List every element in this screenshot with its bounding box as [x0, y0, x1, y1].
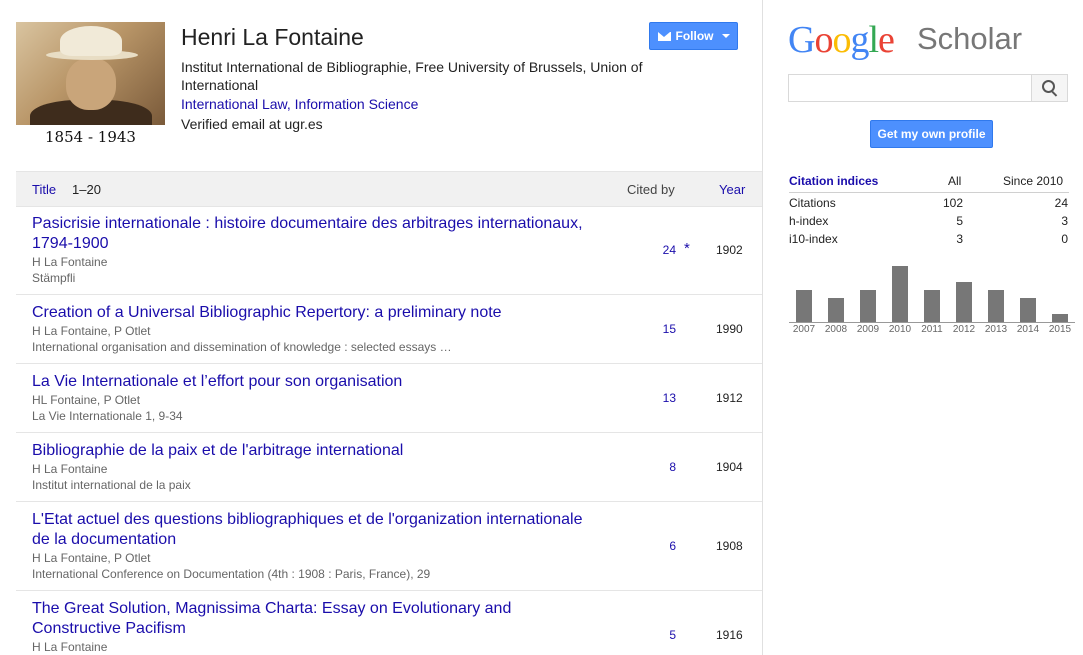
table-row: La Vie Internationale et l’effort pour s…	[16, 364, 762, 433]
life-years: 1854 - 1943	[45, 128, 136, 146]
article-authors: H La Fontaine, P Otlet	[32, 324, 151, 338]
article-venue: International Conference on Documentatio…	[32, 567, 431, 581]
col-all: All	[948, 174, 962, 188]
sort-by-year[interactable]: Year	[719, 182, 745, 197]
citation-bar[interactable]	[796, 290, 812, 322]
search-input[interactable]	[788, 74, 1032, 102]
cited-by-count[interactable]: 15	[626, 322, 676, 336]
metric-all: 3	[956, 232, 963, 246]
mail-icon	[657, 31, 671, 41]
table-row: Pasicrisie internationale : histoire doc…	[16, 206, 762, 295]
verified-email: Verified email at ugr.es	[181, 116, 323, 132]
article-authors: H La Fontaine	[32, 255, 108, 269]
chevron-down-icon	[721, 34, 730, 38]
article-year: 1908	[716, 539, 743, 553]
year-tick-label: 2013	[984, 324, 1008, 335]
merged-citations-star[interactable]: *	[684, 240, 690, 257]
table-row: Bibliographie de la paix et de l'arbitra…	[16, 433, 762, 502]
citation-bar[interactable]	[924, 290, 940, 322]
col-since: Since 2010	[1003, 174, 1064, 188]
article-title[interactable]: La Vie Internationale et l’effort pour s…	[32, 372, 602, 392]
year-tick-label: 2015	[1048, 324, 1072, 335]
citation-bar[interactable]	[1020, 298, 1036, 322]
scholar-wordmark[interactable]: Scholar	[917, 21, 1022, 57]
table-row: L'Etat actuel des questions bibliographi…	[16, 502, 762, 591]
article-venue: La Vie Internationale 1, 9-34	[32, 409, 183, 423]
year-tick-label: 2012	[952, 324, 976, 335]
search-button[interactable]	[1031, 74, 1068, 102]
year-tick-label: 2014	[1016, 324, 1040, 335]
article-year: 1990	[716, 322, 743, 336]
metric-label: h-index	[789, 214, 829, 228]
year-tick-label: 2011	[921, 324, 943, 335]
citation-bar[interactable]	[892, 266, 908, 322]
table-row: Creation of a Universal Bibliographic Re…	[16, 295, 762, 364]
table-row: The Great Solution, Magnissima Charta: E…	[16, 591, 762, 655]
cited-by-count[interactable]: 6	[626, 539, 676, 553]
article-venue: International organisation and dissemina…	[32, 340, 452, 354]
citation-bar[interactable]	[956, 282, 972, 322]
metric-since: 24	[1054, 196, 1068, 210]
interest-separator: ,	[286, 96, 295, 112]
citation-row: Citations 102 24	[789, 194, 1069, 212]
article-title[interactable]: The Great Solution, Magnissima Charta: E…	[32, 599, 602, 639]
year-tick-label: 2009	[856, 324, 880, 335]
citation-row: i10-index 3 0	[789, 230, 1069, 248]
article-authors: HL Fontaine, P Otlet	[32, 393, 141, 407]
article-venue: Institut international de la paix	[32, 478, 191, 492]
google-logo[interactable]: Google	[788, 18, 895, 62]
cited-by-count[interactable]: 8	[626, 460, 676, 474]
interest-link[interactable]: Information Science	[295, 96, 419, 112]
article-authors: H La Fontaine	[32, 462, 108, 476]
follow-label: Follow	[675, 29, 714, 43]
metric-since: 3	[1061, 214, 1068, 228]
article-title[interactable]: Bibliographie de la paix et de l'arbitra…	[32, 441, 602, 461]
profile-affiliation: Institut International de Bibliographie,…	[181, 59, 643, 93]
citation-bar[interactable]	[988, 290, 1004, 322]
profile-photo: 1854 - 1943	[16, 22, 165, 150]
results-range: 1–20	[72, 182, 101, 197]
article-year: 1916	[716, 628, 743, 642]
metric-label: i10-index	[789, 232, 838, 246]
citation-bar[interactable]	[828, 298, 844, 322]
article-authors: H La Fontaine, P Otlet	[32, 551, 151, 565]
metric-label: Citations	[789, 196, 836, 210]
year-tick-label: 2007	[792, 324, 816, 335]
article-year: 1904	[716, 460, 743, 474]
profile-panel: 1854 - 1943 Henri La Fontaine Institut I…	[0, 0, 763, 655]
year-tick-label: 2010	[888, 324, 912, 335]
interest-link[interactable]: International Law	[181, 96, 287, 112]
citation-indices-heading: Citation indices	[789, 174, 879, 188]
sort-by-cited[interactable]: Cited by	[627, 182, 675, 197]
article-title[interactable]: Pasicrisie internationale : histoire doc…	[32, 214, 602, 254]
year-tick-label: 2008	[824, 324, 848, 335]
sort-by-title[interactable]: Title	[32, 182, 56, 197]
articles-table-header: Title 1–20 Cited by Year	[16, 171, 762, 207]
profile-interests: International Law, Information Science	[181, 96, 418, 112]
citation-bar[interactable]	[1052, 314, 1068, 322]
article-title[interactable]: L'Etat actuel des questions bibliographi…	[32, 510, 602, 550]
citations-per-year-chart: 2007 2008 2009 2010 2011 2012 2013 2014 2015	[789, 258, 1075, 338]
citation-indices-header: Citation indices All Since 2010	[789, 172, 1069, 193]
article-title[interactable]: Creation of a Universal Bibliographic Re…	[32, 303, 602, 323]
search-icon	[1041, 80, 1055, 93]
citation-row: h-index 5 3	[789, 212, 1069, 230]
citation-bar[interactable]	[860, 290, 876, 322]
metric-since: 0	[1061, 232, 1068, 246]
metric-all: 5	[956, 214, 963, 228]
article-year: 1912	[716, 391, 743, 405]
chart-baseline	[789, 322, 1075, 323]
cited-by-count[interactable]: 24	[626, 243, 676, 257]
get-my-own-profile-button[interactable]: Get my own profile	[870, 120, 993, 148]
profile-name: Henri La Fontaine	[181, 24, 364, 50]
portrait-image	[16, 22, 165, 125]
article-venue: Stämpfli	[32, 271, 76, 285]
cited-by-count[interactable]: 5	[626, 628, 676, 642]
cited-by-count[interactable]: 13	[626, 391, 676, 405]
article-authors: H La Fontaine	[32, 640, 108, 654]
article-year: 1902	[716, 243, 743, 257]
follow-button[interactable]: Follow	[649, 22, 738, 50]
metric-all: 102	[942, 196, 963, 210]
